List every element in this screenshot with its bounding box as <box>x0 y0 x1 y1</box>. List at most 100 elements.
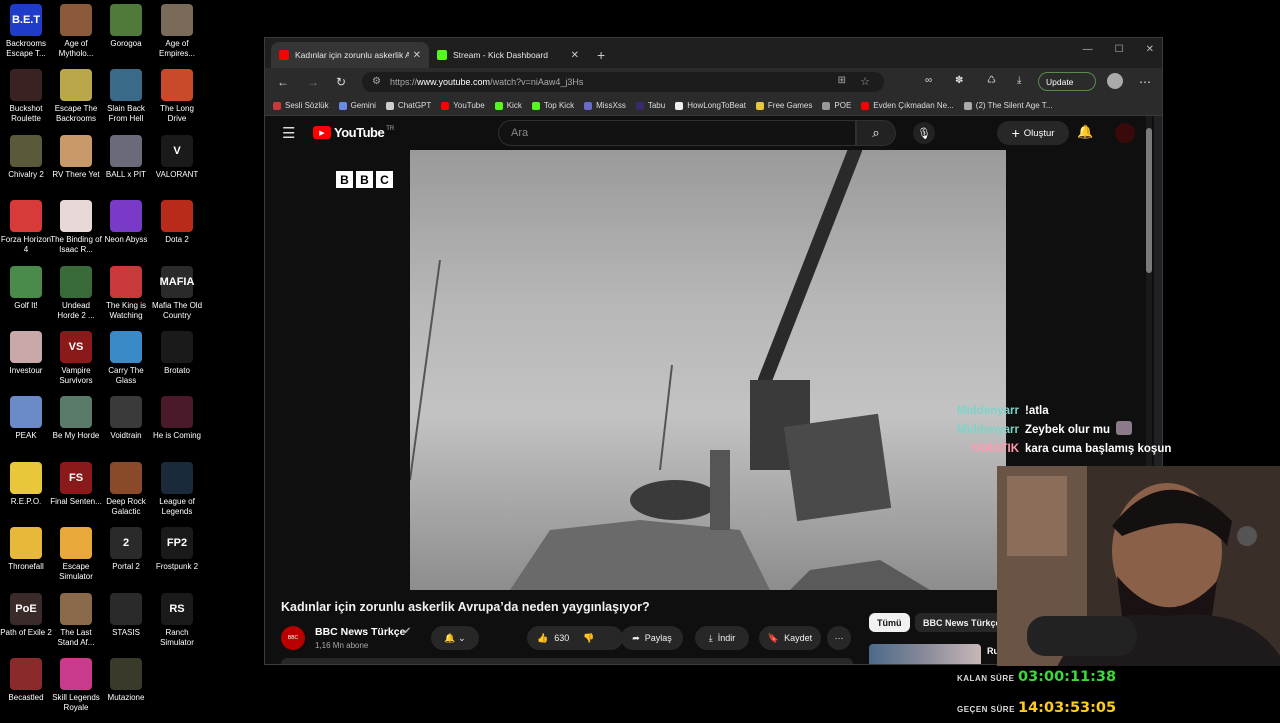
reload-icon[interactable]: ↻ <box>336 75 346 89</box>
bookmark-item[interactable]: Gemini <box>338 101 376 110</box>
channel-avatar[interactable]: BBC <box>281 626 305 650</box>
forward-icon[interactable]: → <box>307 75 319 89</box>
channel-name[interactable]: BBC News Türkçe <box>315 626 405 638</box>
desktop-icon[interactable]: MAFIA Mafia The Old Country <box>151 262 203 321</box>
desktop-icon[interactable]: Age of Mytholo... <box>50 0 102 59</box>
more-menu-icon[interactable]: ⋯ <box>1139 75 1151 89</box>
desktop-icon[interactable]: STASIS <box>100 589 152 638</box>
desktop-icon[interactable]: VS Vampire Survivors <box>50 327 102 386</box>
desktop-icon[interactable]: Gorogoa <box>100 0 152 49</box>
bookmark-item[interactable]: POE <box>822 101 851 110</box>
desktop-icon[interactable]: Carry The Glass <box>100 327 152 386</box>
description-box[interactable] <box>281 658 853 664</box>
desktop-icon[interactable]: Investour <box>0 327 52 376</box>
desktop-icon[interactable]: Buckshot Roulette <box>0 65 52 124</box>
site-info-icon[interactable]: ⚙ <box>372 76 381 87</box>
like-button[interactable]: 👍 630 <box>537 633 569 644</box>
desktop-icon[interactable]: Forza Horizon 4 <box>0 196 52 255</box>
download-icon[interactable]: ⤓ <box>1017 75 1021 86</box>
desktop-icon[interactable]: PEAK <box>0 392 52 441</box>
download-button[interactable]: ⤓ İndir <box>695 626 749 650</box>
save-button[interactable]: 🔖 Kaydet <box>759 626 821 650</box>
recommended-thumbnail[interactable] <box>869 644 981 664</box>
desktop-icon[interactable]: Escape The Backrooms <box>50 65 102 124</box>
desktop-icon[interactable]: Mutazione <box>100 654 152 703</box>
bookmark-item[interactable]: Top Kick <box>531 101 574 110</box>
share-button[interactable]: ➦ Paylaş <box>621 626 683 650</box>
minimize-icon[interactable]: — <box>1083 44 1093 55</box>
tab-kick-dashboard[interactable]: Stream - Kick Dashboard ✕ <box>429 42 587 68</box>
account-avatar[interactable] <box>1115 123 1135 143</box>
extension-glasses-icon[interactable]: ∞ <box>925 75 932 86</box>
bookmark-item[interactable]: ChatGPT <box>385 101 431 110</box>
desktop-icon[interactable]: Deep Rock Galactic <box>100 458 152 517</box>
desktop-icon[interactable]: FP2 Frostpunk 2 <box>151 523 203 572</box>
tab-youtube-video[interactable]: Kadınlar için zorunlu askerlik Avru ✕ <box>271 42 429 68</box>
desktop-icon[interactable]: Skill Legends Royale <box>50 654 102 713</box>
desktop-icon[interactable]: Voidtrain <box>100 392 152 441</box>
close-tab-icon[interactable]: ✕ <box>571 50 579 61</box>
desktop-icon[interactable]: League of Legends <box>151 458 203 517</box>
search-input[interactable]: Ara <box>498 120 856 146</box>
desktop-icon[interactable]: Brotato <box>151 327 203 376</box>
favorite-star-icon[interactable]: ☆ <box>860 75 870 88</box>
desktop-icon[interactable]: He is Coming <box>151 392 203 441</box>
scrollbar-thumb[interactable] <box>1146 128 1152 273</box>
desktop-icon[interactable]: FS Final Senten... <box>50 458 102 507</box>
desktop-icon[interactable]: Age of Empires... <box>151 0 203 59</box>
chip-channel[interactable]: BBC News Türkçe <box>915 613 1009 632</box>
desktop-icon[interactable]: V VALORANT <box>151 131 203 180</box>
notifications-bell-icon[interactable]: 🔔 <box>1077 124 1093 140</box>
bookmark-item[interactable]: Kick <box>494 101 522 110</box>
bookmark-item[interactable]: Sesli Sözlük <box>273 101 329 110</box>
desktop-icon[interactable]: Undead Horde 2 ... <box>50 262 102 321</box>
profile-avatar[interactable] <box>1107 73 1123 89</box>
hamburger-menu-icon[interactable]: ☰ <box>282 124 295 142</box>
search-button[interactable]: ⌕ <box>856 120 896 146</box>
desktop-icon[interactable]: The Last Stand Af... <box>50 589 102 648</box>
new-tab-button[interactable]: + <box>589 42 615 68</box>
desktop-icon[interactable]: BALL x PIT <box>100 131 152 180</box>
voice-search-icon[interactable]: 🎙 <box>913 122 935 144</box>
youtube-logo[interactable]: ▶ YouTube TR <box>313 125 394 140</box>
dislike-button[interactable]: 👎 <box>583 633 594 644</box>
desktop-icon[interactable]: RV There Yet <box>50 131 102 180</box>
update-button[interactable]: Update <box>1038 72 1096 91</box>
desktop-icon[interactable]: R.E.P.O. <box>0 458 52 507</box>
desktop-icon[interactable]: Thronefall <box>0 523 52 572</box>
back-icon[interactable]: ← <box>277 75 289 89</box>
bookmark-item[interactable]: Tabu <box>635 101 665 110</box>
bookmark-item[interactable]: MissXss <box>584 101 626 110</box>
bookmark-item[interactable]: Free Games <box>755 101 812 110</box>
desktop-icon[interactable]: Dota 2 <box>151 196 203 245</box>
desktop-icon[interactable]: Be My Horde <box>50 392 102 441</box>
desktop-icon[interactable]: RS Ranch Simulator <box>151 589 203 648</box>
desktop-icon[interactable]: PoE Path of Exile 2 <box>0 589 52 638</box>
bookmark-item[interactable]: YouTube <box>441 101 485 110</box>
chip-all[interactable]: Tümü <box>869 613 910 632</box>
desktop-icon[interactable]: 2 Portal 2 <box>100 523 152 572</box>
create-button[interactable]: + Oluştur <box>997 121 1069 145</box>
close-window-icon[interactable]: ✕ <box>1146 44 1154 55</box>
desktop-icon[interactable]: Neon Abyss <box>100 196 152 245</box>
favorites-icon[interactable]: ♺ <box>987 75 996 86</box>
close-tab-icon[interactable]: ✕ <box>413 50 421 61</box>
maximize-icon[interactable]: ☐ <box>1115 44 1124 55</box>
video-player[interactable] <box>410 150 1006 590</box>
split-view-icon[interactable]: ⊞ <box>838 75 846 86</box>
desktop-icon[interactable]: Slain Back From Hell <box>100 65 152 124</box>
desktop-icon[interactable]: The Binding of Isaac R... <box>50 196 102 255</box>
url-bar[interactable]: ⚙ https://www.youtube.com/watch?v=niAaw4… <box>362 72 884 92</box>
bookmark-item[interactable]: (2) The Silent Age T... <box>963 101 1052 110</box>
desktop-icon[interactable]: The Long Drive <box>151 65 203 124</box>
bookmark-item[interactable]: Evden Çıkmadan Ne... <box>861 101 954 110</box>
desktop-icon[interactable]: B.E.T Backrooms Escape T... <box>0 0 52 59</box>
desktop-icon[interactable]: The King is Watching <box>100 262 152 321</box>
desktop-icon[interactable]: Escape Simulator <box>50 523 102 582</box>
subscription-bell-button[interactable]: 🔔 ⌄ <box>431 626 479 650</box>
more-actions-button[interactable]: ⋯ <box>827 626 851 650</box>
bookmark-item[interactable]: HowLongToBeat <box>675 101 746 110</box>
desktop-icon[interactable]: Becastled <box>0 654 52 703</box>
desktop-icon[interactable]: Golf It! <box>0 262 52 311</box>
desktop-icon[interactable]: Chivalry 2 <box>0 131 52 180</box>
